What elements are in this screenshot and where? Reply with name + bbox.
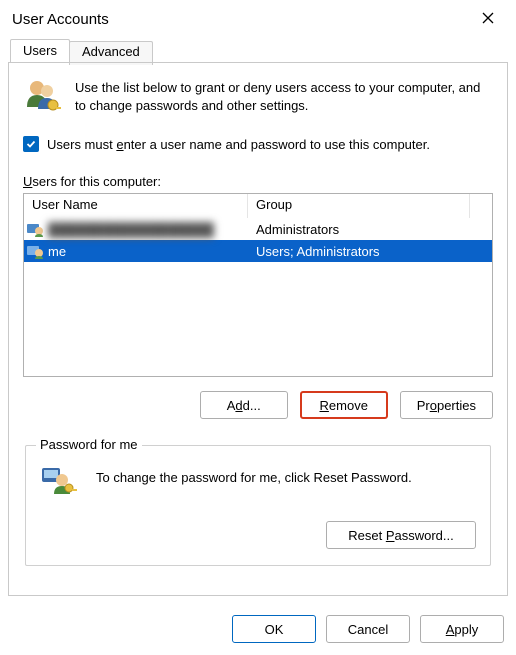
column-spacer <box>470 194 492 218</box>
titlebar: User Accounts <box>0 0 516 38</box>
ok-button[interactable]: OK <box>232 615 316 643</box>
dialog-title: User Accounts <box>12 11 109 28</box>
column-group[interactable]: Group <box>248 194 470 218</box>
user-actions-row: Add... Remove Properties <box>23 391 493 419</box>
cancel-button[interactable]: Cancel <box>326 615 410 643</box>
key-user-icon <box>40 464 78 501</box>
dialog-buttons: OK Cancel Apply <box>232 615 504 643</box>
require-login-label: Users must enter a user name and passwor… <box>47 137 430 152</box>
remove-button[interactable]: Remove <box>300 391 388 419</box>
checkmark-icon <box>26 137 36 152</box>
password-groupbox: Password for me To change the password f… <box>25 445 491 566</box>
username-cell: me <box>48 244 66 259</box>
user-icon <box>26 221 44 237</box>
tabstrip: Users Advanced <box>0 38 516 62</box>
password-legend: Password for me <box>36 437 142 452</box>
column-username[interactable]: User Name <box>24 194 248 218</box>
close-icon <box>482 12 494 27</box>
username-cell: ██████████████████ <box>48 222 214 237</box>
listview-header: User Name Group <box>24 194 492 218</box>
add-button[interactable]: Add... <box>200 391 288 419</box>
group-cell: Administrators <box>248 222 492 237</box>
group-cell: Users; Administrators <box>248 244 492 259</box>
require-login-row: Users must enter a user name and passwor… <box>23 136 493 152</box>
reset-password-button[interactable]: Reset Password... <box>326 521 476 549</box>
apply-button[interactable]: Apply <box>420 615 504 643</box>
users-listview[interactable]: User Name Group ██████████████████ Admin… <box>23 193 493 377</box>
users-list-label: Users for this computer: <box>23 174 493 189</box>
require-login-checkbox[interactable] <box>23 136 39 152</box>
close-button[interactable] <box>472 5 504 33</box>
users-icon <box>23 77 61 118</box>
table-row[interactable]: ██████████████████ Administrators <box>24 218 492 240</box>
properties-button[interactable]: Properties <box>400 391 493 419</box>
table-row[interactable]: me Users; Administrators <box>24 240 492 262</box>
password-text: To change the password for me, click Res… <box>96 464 412 485</box>
intro-text: Use the list below to grant or deny user… <box>75 77 493 114</box>
user-accounts-dialog: User Accounts Users Advanced <box>0 0 516 655</box>
tab-panel-users: Use the list below to grant or deny user… <box>8 62 508 596</box>
user-icon <box>26 243 44 259</box>
tab-users[interactable]: Users <box>10 39 70 63</box>
intro-row: Use the list below to grant or deny user… <box>23 77 493 118</box>
